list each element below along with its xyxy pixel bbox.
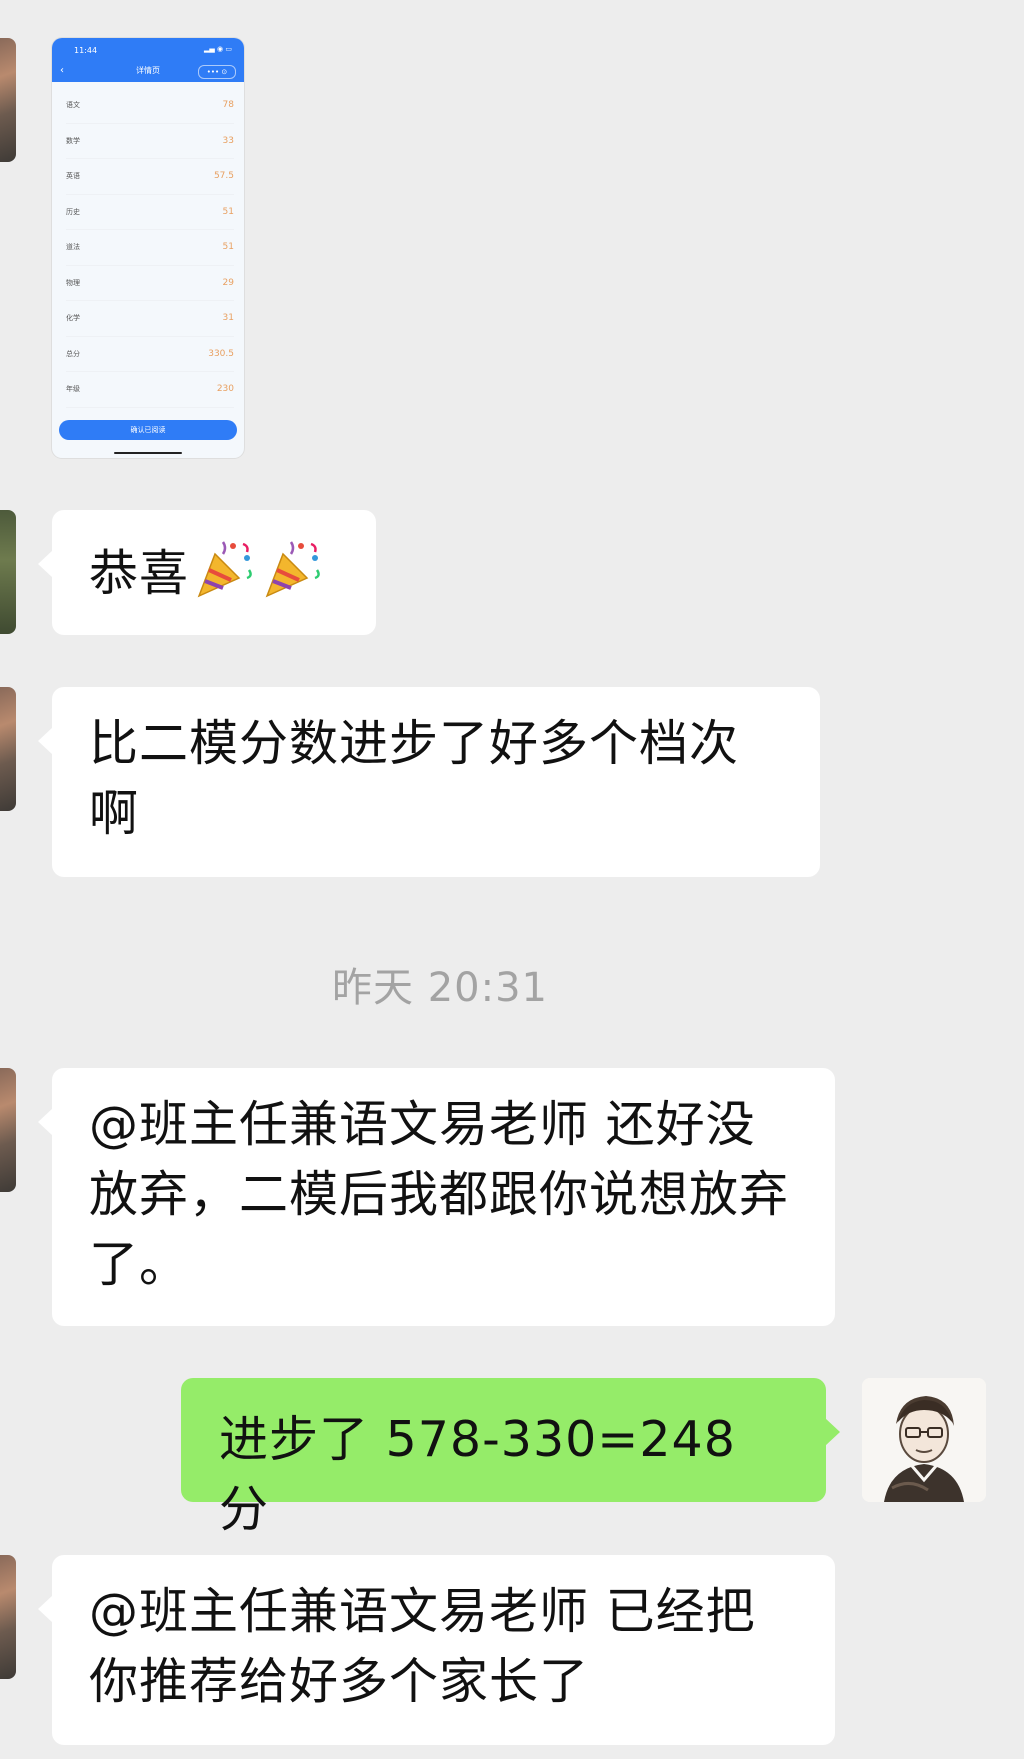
score-value: 78 bbox=[222, 100, 234, 111]
avatar[interactable] bbox=[0, 687, 16, 811]
screenshot-title: 详情页 bbox=[136, 66, 160, 75]
score-row: 物理 29 bbox=[66, 266, 234, 301]
subject-label: 年级 bbox=[66, 385, 80, 394]
portrait-sketch-icon bbox=[862, 1378, 986, 1502]
message-bubble-recommend[interactable]: @班主任兼语文易老师 已经把你推荐给好多个家长了 bbox=[38, 1555, 835, 1745]
home-indicator bbox=[114, 452, 182, 454]
message-bubble-progress[interactable]: 比二模分数进步了好多个档次啊 bbox=[38, 687, 820, 877]
score-value: 51 bbox=[222, 242, 234, 253]
subject-label: 语文 bbox=[66, 101, 80, 110]
subject-label: 物理 bbox=[66, 278, 80, 287]
party-popper-icon bbox=[197, 541, 252, 598]
score-value: 330.5 bbox=[208, 348, 234, 359]
party-popper-icon bbox=[265, 541, 320, 598]
status-bar: 11:44 ▂▄ ◉ ▭ bbox=[52, 38, 244, 60]
message-text: 进步了 578-330=248 分 bbox=[219, 1411, 736, 1538]
mini-program-capsule-icon: ••• ⊙ bbox=[198, 65, 236, 79]
message-text: @班主任兼语文易老师 还好没放弃，二模后我都跟你说想放弃了。 bbox=[89, 1096, 790, 1293]
avatar[interactable] bbox=[0, 510, 16, 634]
back-icon: ‹ bbox=[60, 65, 64, 76]
subject-label: 总分 bbox=[66, 349, 80, 358]
message-text: 比二模分数进步了好多个档次啊 bbox=[89, 715, 740, 842]
score-value: 230 bbox=[216, 384, 234, 395]
score-row: 语文 78 bbox=[66, 88, 234, 124]
score-value: 51 bbox=[222, 206, 234, 217]
score-row: 化学 31 bbox=[66, 301, 234, 337]
message-text: @班主任兼语文易老师 已经把你推荐给好多个家长了 bbox=[89, 1583, 756, 1710]
status-icons: ▂▄ ◉ ▭ bbox=[204, 45, 232, 53]
status-time: 11:44 bbox=[74, 46, 98, 55]
message-text: 恭喜 bbox=[89, 545, 190, 602]
chat-timestamp: 昨天 20:31 bbox=[332, 965, 548, 1011]
subject-label: 化学 bbox=[66, 314, 80, 323]
subject-label: 历史 bbox=[66, 207, 80, 216]
avatar[interactable] bbox=[862, 1378, 986, 1502]
screenshot-nav-bar: ‹ 详情页 ••• ⊙ bbox=[52, 60, 244, 82]
score-row: 总分 330.5 bbox=[66, 337, 234, 372]
score-value: 57.5 bbox=[213, 171, 234, 182]
avatar[interactable] bbox=[0, 38, 16, 162]
score-list: 语文 78 数学 33 英语 57.5 历史 51 道法 51 物理 29 化学… bbox=[52, 82, 244, 408]
shared-screenshot-image[interactable]: 11:44 ▂▄ ◉ ▭ ‹ 详情页 ••• ⊙ 语文 78 数学 33 英语 … bbox=[52, 38, 244, 458]
score-row: 数学 33 bbox=[66, 124, 234, 159]
score-row: 历史 51 bbox=[66, 195, 234, 230]
message-bubble-congrats[interactable]: 恭喜 bbox=[38, 510, 376, 635]
score-value: 33 bbox=[222, 135, 234, 146]
avatar[interactable] bbox=[0, 1555, 16, 1679]
avatar[interactable] bbox=[0, 1068, 16, 1192]
subject-label: 英语 bbox=[66, 172, 80, 181]
score-row: 道法 51 bbox=[66, 230, 234, 266]
subject-label: 道法 bbox=[66, 243, 80, 252]
score-value: 29 bbox=[222, 277, 234, 288]
message-bubble-mention[interactable]: @班主任兼语文易老师 还好没放弃，二模后我都跟你说想放弃了。 bbox=[38, 1068, 835, 1326]
score-row: 英语 57.5 bbox=[66, 159, 234, 195]
message-bubble-outgoing[interactable]: 进步了 578-330=248 分 bbox=[181, 1378, 840, 1538]
confirm-read-button: 确认已阅读 bbox=[59, 420, 237, 440]
subject-label: 数学 bbox=[66, 136, 80, 145]
score-row: 年级 230 bbox=[66, 372, 234, 408]
score-value: 31 bbox=[222, 313, 234, 324]
